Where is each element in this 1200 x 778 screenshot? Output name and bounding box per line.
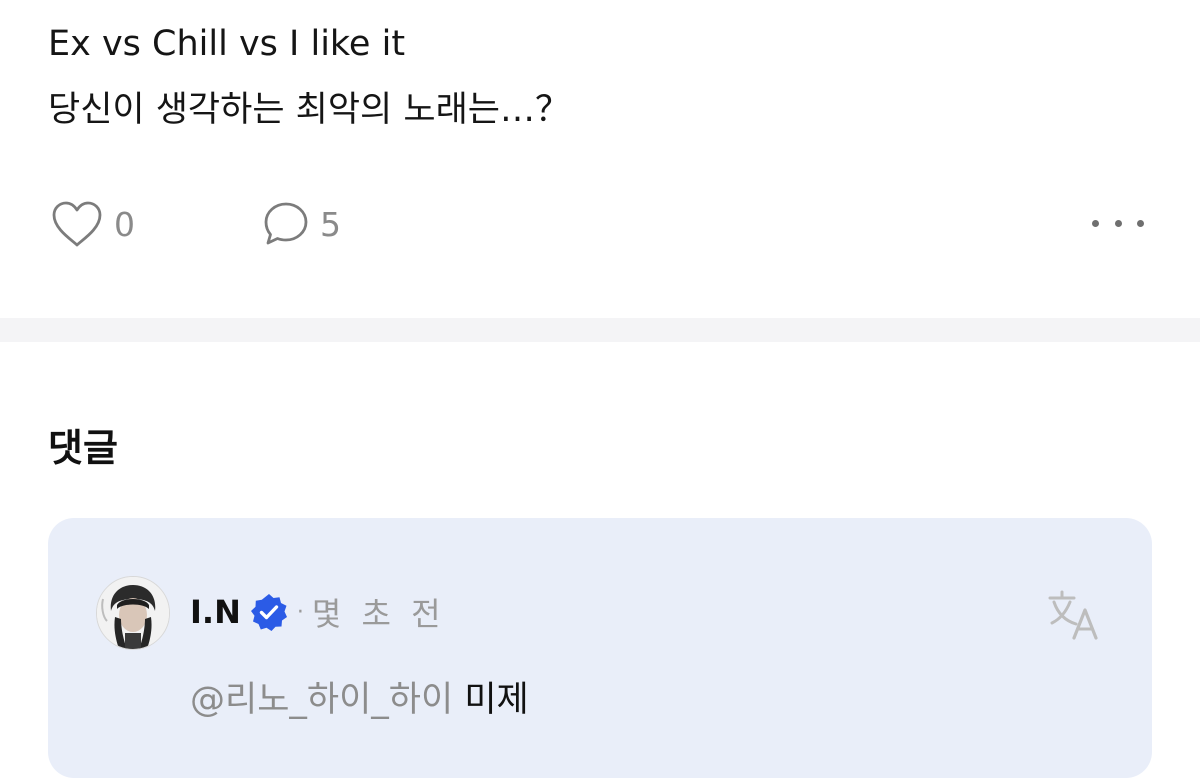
like-button[interactable]: 0	[50, 196, 135, 252]
more-dot	[1114, 219, 1122, 227]
post-text-line-2: 당신이 생각하는 최악의 노래는…？	[48, 90, 570, 130]
avatar-image	[97, 577, 169, 649]
more-icon[interactable]	[1092, 208, 1144, 238]
comment-bubble-icon	[264, 202, 308, 245]
more-dot	[1092, 219, 1099, 227]
heart-icon	[52, 201, 102, 247]
verified-badge-icon	[250, 594, 287, 631]
post-text-line-1: Ex vs Chill vs I like it	[48, 24, 406, 64]
author-name[interactable]: I.N	[190, 593, 241, 631]
comment-button[interactable]: 5	[262, 196, 341, 252]
translate-icon[interactable]	[1046, 588, 1102, 642]
comment-text: @리노_하이_하이 미제	[190, 676, 529, 724]
section-divider	[0, 318, 1200, 342]
comment-count: 5	[320, 204, 341, 244]
comment-mention[interactable]: @리노_하이_하이	[190, 680, 453, 720]
more-dot	[1137, 219, 1144, 227]
avatar[interactable]	[96, 576, 170, 650]
comment-body: 미제	[453, 680, 529, 720]
comment-author-row: I.N · 몇 초 전	[190, 588, 446, 636]
comments-section-title: 댓글	[48, 426, 118, 470]
comment-card: I.N · 몇 초 전 @리노_하이_하이 미제	[48, 518, 1152, 778]
comment-timestamp: 몇 초 전	[311, 595, 446, 633]
meta-separator: ·	[296, 599, 304, 625]
post-actions: 0 5	[0, 196, 1200, 252]
like-count: 0	[114, 204, 135, 244]
post: Ex vs Chill vs I like it 당신이 생각하는 최악의 노래…	[0, 0, 1200, 318]
